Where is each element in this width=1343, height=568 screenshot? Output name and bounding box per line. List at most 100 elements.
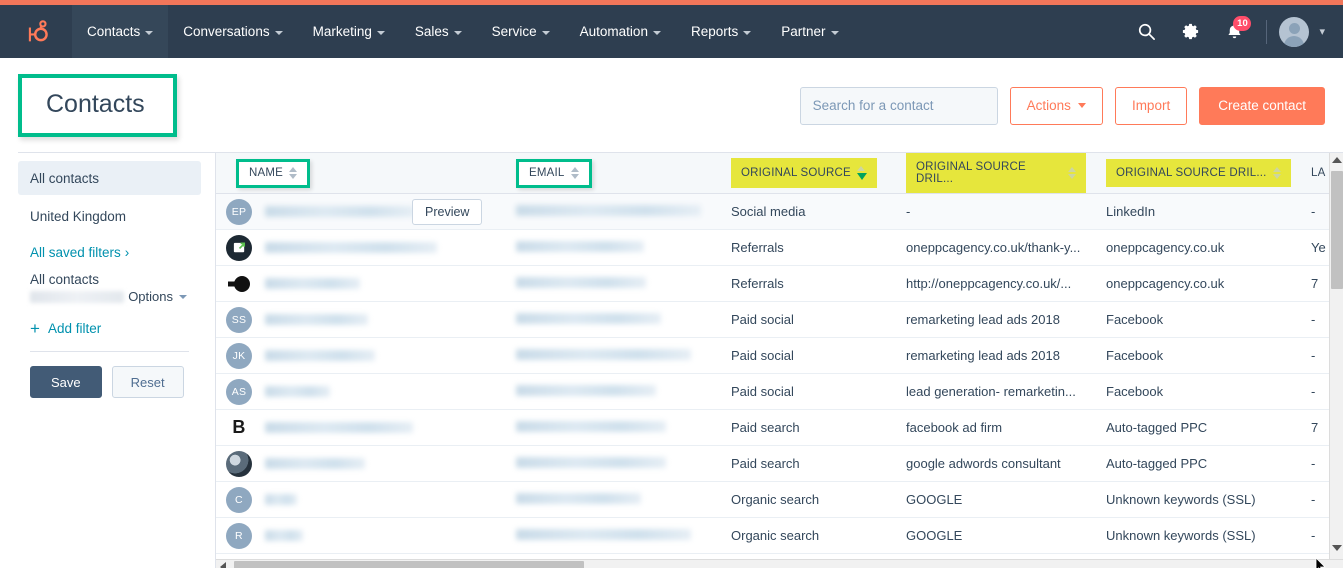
user-avatar[interactable]: [1279, 16, 1310, 47]
cell-email: [506, 265, 721, 302]
add-filter-button[interactable]: + Add filter: [18, 304, 201, 349]
chevron-down-icon: [179, 294, 187, 299]
sort-arrows-icon[interactable]: [289, 166, 298, 179]
contact-search-box[interactable]: [799, 86, 998, 125]
import-button[interactable]: Import: [1114, 86, 1188, 125]
nav-item-label: Partner: [781, 24, 826, 39]
preview-button[interactable]: Preview: [412, 199, 483, 225]
horizontal-scrollbar-thumb[interactable]: [234, 561, 584, 568]
column-header-drill-2-highlight[interactable]: ORIGINAL SOURCE DRIL...: [1106, 159, 1291, 187]
filter-options-button[interactable]: Options: [128, 289, 201, 304]
notifications-button[interactable]: 10: [1214, 12, 1254, 52]
chevron-down-icon: [453, 30, 462, 35]
redacted-contact-name: [265, 314, 368, 325]
table-row[interactable]: EP Social media - LinkedIn -: [216, 193, 1343, 230]
table-row[interactable]: AS Paid social lead generation- remarket…: [216, 373, 1343, 410]
chevron-down-icon: [830, 30, 839, 35]
cell-drill-2: Facebook: [1096, 337, 1301, 374]
settings-button[interactable]: [1170, 12, 1210, 52]
nav-item-sales[interactable]: Sales: [400, 5, 477, 58]
contacts-table-scroll: NAME EMAIL ORIGINAL SOURCE ORIGINAL SOUR…: [216, 153, 1343, 568]
column-header-name-box[interactable]: NAME: [236, 158, 311, 188]
redacted-contact-email: [516, 349, 691, 360]
cell-name[interactable]: B: [216, 409, 506, 446]
contacts-table-header-row: NAME EMAIL ORIGINAL SOURCE ORIGINAL SOUR…: [216, 153, 1343, 194]
cell-name[interactable]: R: [216, 517, 506, 554]
table-row[interactable]: C Organic search GOOGLE Unknown keywords…: [216, 481, 1343, 518]
cell-name[interactable]: [216, 265, 506, 302]
create-contact-button[interactable]: Create contact: [1199, 86, 1325, 125]
scroll-up-arrow-icon[interactable]: [1332, 157, 1342, 163]
cell-name[interactable]: AS: [216, 373, 506, 410]
sort-arrows-icon[interactable]: [856, 166, 867, 180]
nav-item-automation[interactable]: Automation: [565, 5, 676, 58]
company-logo-icon: [228, 275, 250, 292]
cell-original-source: Paid search: [721, 445, 896, 482]
save-button[interactable]: Save: [30, 366, 102, 398]
table-row[interactable]: Paid search google adwords consultant Au…: [216, 445, 1343, 482]
cell-name[interactable]: JK: [216, 337, 506, 374]
column-header-original-source[interactable]: ORIGINAL SOURCE: [721, 153, 896, 194]
column-header-label: LA: [1311, 167, 1326, 179]
cell-name[interactable]: SS: [216, 301, 506, 338]
table-row[interactable]: Referrals oneppcagency.co.uk/thank-y... …: [216, 229, 1343, 266]
nav-item-partner[interactable]: Partner: [766, 5, 853, 58]
column-header-original-source-highlight[interactable]: ORIGINAL SOURCE: [731, 158, 877, 188]
sidebar-item-united-kingdom[interactable]: United Kingdom: [18, 199, 201, 233]
contacts-table-region: NAME EMAIL ORIGINAL SOURCE ORIGINAL SOUR…: [215, 153, 1343, 568]
cell-name[interactable]: C: [216, 481, 506, 518]
vertical-scrollbar[interactable]: [1329, 153, 1343, 568]
all-saved-filters-link[interactable]: All saved filters ›: [18, 237, 201, 264]
column-header-email-box[interactable]: EMAIL: [516, 158, 592, 188]
horizontal-scrollbar[interactable]: [216, 559, 1343, 568]
scroll-left-arrow-icon[interactable]: [220, 562, 226, 568]
nav-item-service[interactable]: Service: [477, 5, 565, 58]
sort-arrows-icon[interactable]: [570, 166, 579, 179]
hubspot-logo-button[interactable]: [0, 5, 72, 58]
table-row[interactable]: SS Paid social remarketing lead ads 2018…: [216, 301, 1343, 338]
nav-item-reports[interactable]: Reports: [676, 5, 766, 58]
page-title: Contacts: [46, 90, 145, 118]
sort-asc-icon: [1068, 167, 1076, 172]
sort-arrows-icon[interactable]: [1272, 167, 1281, 179]
column-header-email[interactable]: EMAIL: [506, 153, 721, 194]
nav-item-conversations[interactable]: Conversations: [168, 5, 297, 58]
global-search-button[interactable]: [1126, 12, 1166, 52]
sidebar-item-label: All contacts: [30, 170, 100, 186]
actions-dropdown-button[interactable]: Actions: [1009, 86, 1103, 125]
sort-arrows-icon[interactable]: [1068, 167, 1076, 179]
chevron-right-icon: ›: [124, 245, 130, 260]
cell-name[interactable]: [216, 229, 506, 266]
account-menu-chevron-down-icon[interactable]: ▾: [1313, 25, 1331, 38]
column-header-original-source-drill-1[interactable]: ORIGINAL SOURCE DRIL...: [896, 153, 1096, 194]
nav-item-label: Contacts: [87, 24, 141, 39]
reset-button[interactable]: Reset: [111, 366, 184, 398]
cell-drill-1: GOOGLE: [896, 481, 1096, 518]
search-input[interactable]: [812, 98, 990, 113]
cell-original-source: Referrals: [721, 265, 896, 302]
column-header-drill-1-highlight[interactable]: ORIGINAL SOURCE DRIL...: [906, 153, 1086, 193]
gear-icon: [1182, 23, 1199, 40]
cell-original-source: Referrals: [721, 229, 896, 266]
column-header-original-source-drill-2[interactable]: ORIGINAL SOURCE DRIL...: [1096, 153, 1301, 194]
page-header: Contacts Actions Import Create contact: [0, 58, 1343, 153]
column-header-name[interactable]: NAME: [216, 153, 506, 194]
column-header-last-activity-inner[interactable]: LA: [1311, 167, 1325, 179]
vertical-scrollbar-thumb[interactable]: [1331, 171, 1343, 289]
table-row[interactable]: Referrals http://oneppcagency.co.uk/... …: [216, 265, 1343, 302]
table-row[interactable]: R Organic search GOOGLE Unknown keywords…: [216, 517, 1343, 554]
cell-email: [506, 229, 721, 266]
save-button-label: Save: [51, 374, 81, 390]
contact-avatar: AS: [226, 378, 252, 405]
table-row[interactable]: B Paid search facebook ad firm Auto-tagg…: [216, 409, 1343, 446]
cell-drill-1: -: [896, 193, 1096, 230]
nav-item-marketing[interactable]: Marketing: [298, 5, 400, 58]
scroll-down-arrow-icon[interactable]: [1332, 545, 1342, 551]
sidebar-item-all-contacts[interactable]: All contacts: [18, 161, 201, 195]
table-row[interactable]: JK Paid social remarketing lead ads 2018…: [216, 337, 1343, 374]
cell-drill-2: oneppcagency.co.uk: [1096, 229, 1301, 266]
contact-avatar: EP: [226, 198, 252, 225]
cell-name[interactable]: [216, 445, 506, 482]
nav-item-contacts[interactable]: Contacts: [72, 5, 169, 58]
nav-utility-group: 10 ▾: [1126, 5, 1343, 58]
